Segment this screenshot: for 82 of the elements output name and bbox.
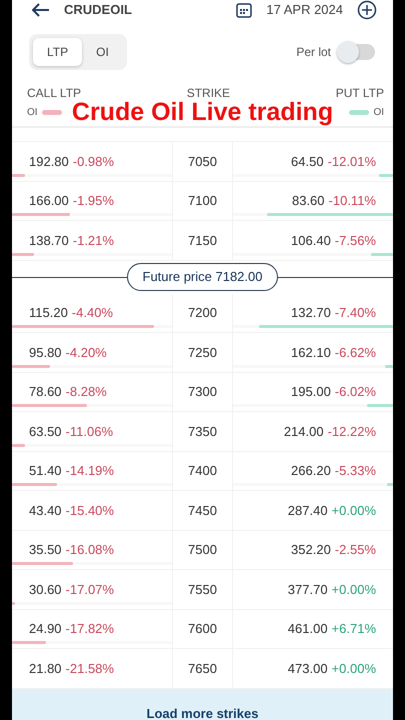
call-ltp: 95.80 xyxy=(29,344,62,362)
put-ltp: 287.40 xyxy=(288,502,328,520)
put-ltp: 132.70 xyxy=(291,304,331,322)
call-change: -4.20% xyxy=(66,344,107,362)
call-ltp: 21.80 xyxy=(29,660,62,678)
strike-price: 7300 xyxy=(188,383,217,401)
put-ltp: 473.00 xyxy=(288,660,328,678)
put-ltp: 83.60 xyxy=(292,192,325,210)
instrument-title: CRUDEOIL xyxy=(64,1,132,20)
strike-price: 7100 xyxy=(188,192,217,210)
put-change: +0.00% xyxy=(332,580,376,598)
legend-swatch xyxy=(349,110,370,115)
put-change: -6.62% xyxy=(334,344,376,362)
put-change: -7.40% xyxy=(334,304,376,322)
legend-label: OI xyxy=(373,106,384,120)
future-price-pill: Future price 7182.00 xyxy=(126,263,278,291)
put-change: -5.33% xyxy=(334,462,376,480)
view-tab[interactable]: OI xyxy=(82,38,123,66)
put-ltp: 352.20 xyxy=(291,541,331,559)
back-arrow-icon[interactable] xyxy=(32,3,50,17)
call-change: -14.19% xyxy=(66,462,114,480)
put-ltp: 377.70 xyxy=(288,580,328,598)
call-change: -1.95% xyxy=(72,192,114,210)
strike-price: 7250 xyxy=(188,344,217,362)
put-change: -12.01% xyxy=(328,152,376,170)
put-ltp: 64.50 xyxy=(291,152,324,170)
call-change: -1.21% xyxy=(72,232,114,250)
put-change: -6.02% xyxy=(334,383,376,401)
strike-price: 7650 xyxy=(188,660,217,678)
put-ltp: 162.10 xyxy=(291,344,331,362)
call-ltp: 24.90 xyxy=(29,620,62,638)
video-caption: trading xyxy=(248,98,334,126)
call-change: -4.40% xyxy=(72,304,113,322)
call-ltp: 166.00 xyxy=(29,192,69,210)
call-ltp: 138.70 xyxy=(29,232,69,250)
put-change: +6.71% xyxy=(332,620,376,638)
strike-price: 7550 xyxy=(188,580,217,598)
put-ltp: 214.00 xyxy=(284,422,324,440)
calendar-icon[interactable] xyxy=(236,2,252,18)
strike-price: 7050 xyxy=(188,152,217,170)
view-tab[interactable]: LTP xyxy=(33,38,82,66)
strike-price: 7500 xyxy=(188,541,217,559)
strike-price: 7350 xyxy=(188,422,217,440)
strike-price: 7150 xyxy=(188,232,217,250)
put-change: -2.55% xyxy=(334,541,376,559)
call-change: -21.58% xyxy=(66,660,114,678)
per-lot-label: Per lot xyxy=(296,44,331,61)
put-change: -7.56% xyxy=(334,232,376,250)
strike-price: 7400 xyxy=(188,462,217,480)
strike-price: 7600 xyxy=(188,620,217,638)
call-ltp: 115.20 xyxy=(29,304,68,322)
legend-label: OI xyxy=(27,106,38,120)
call-change: -8.28% xyxy=(66,383,107,401)
put-ltp: 195.00 xyxy=(291,383,331,401)
strike-price: 7450 xyxy=(188,502,217,520)
call-change: -16.08% xyxy=(66,541,114,559)
put-change: -12.22% xyxy=(328,422,376,440)
call-ltp: 51.40 xyxy=(29,462,62,480)
per-lot-switch[interactable] xyxy=(339,44,375,60)
put-ltp: 266.20 xyxy=(291,462,331,480)
call-ltp: 30.60 xyxy=(29,580,62,598)
call-ltp: 43.40 xyxy=(29,502,62,520)
call-ltp: 192.80 xyxy=(29,152,69,170)
load-more-button[interactable]: Load more strikes xyxy=(140,703,264,720)
call-ltp: 35.50 xyxy=(29,541,62,559)
legend-swatch xyxy=(42,110,62,115)
put-ltp: 461.00 xyxy=(288,620,328,638)
call-change: -15.40% xyxy=(66,502,114,520)
put-change: +0.00% xyxy=(332,660,376,678)
call-change: -17.07% xyxy=(66,580,114,598)
call-ltp: 78.60 xyxy=(29,383,62,401)
column-header: PUT LTP xyxy=(336,85,384,102)
expiry-date: 17 APR 2024 xyxy=(266,1,343,20)
add-icon[interactable] xyxy=(357,0,377,20)
put-change: -10.11% xyxy=(328,192,376,210)
call-change: -11.06% xyxy=(66,422,114,440)
call-ltp: 63.50 xyxy=(29,422,62,440)
call-change: -0.98% xyxy=(72,152,114,170)
put-change: +0.00% xyxy=(332,502,376,520)
put-ltp: 106.40 xyxy=(291,232,331,250)
strike-price: 7200 xyxy=(188,304,217,322)
call-change: -17.82% xyxy=(66,620,114,638)
